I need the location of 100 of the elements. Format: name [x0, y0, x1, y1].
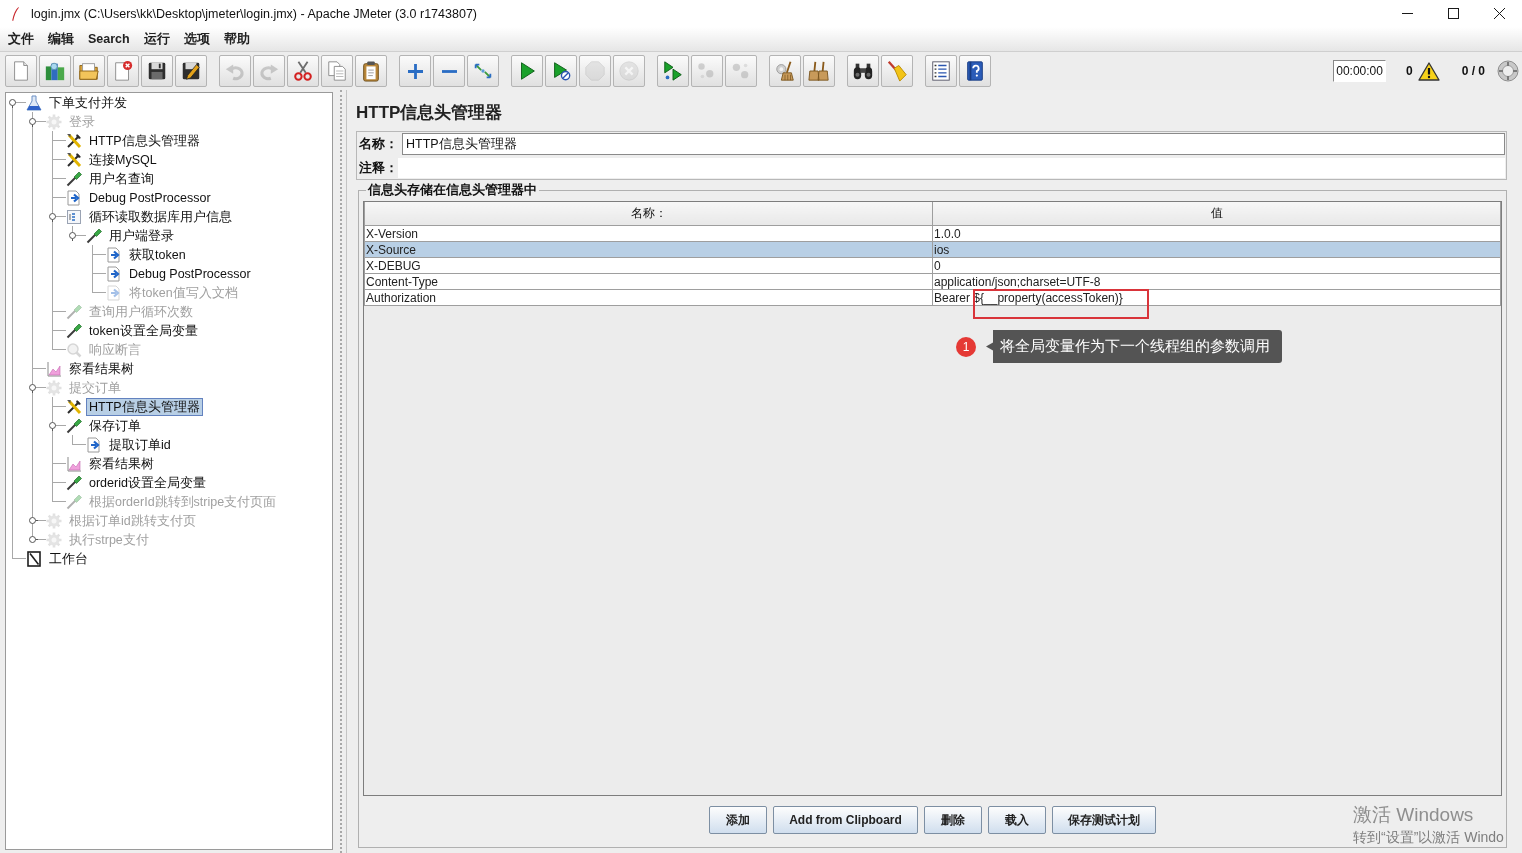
thread-counter: 0 / 0: [1461, 64, 1485, 78]
comment-label: 注释：: [359, 159, 399, 177]
start-button[interactable]: [511, 55, 543, 87]
warning-icon[interactable]: [1417, 61, 1440, 81]
start-no-pause-button[interactable]: [545, 55, 577, 87]
save-as-button[interactable]: [175, 55, 207, 87]
double-play-icon: [662, 60, 684, 82]
folder-icon: [78, 60, 100, 82]
gear-icon: [46, 113, 62, 130]
warning-count: 0: [1405, 64, 1413, 78]
close-icon: [1493, 8, 1505, 19]
floppy-pencil-icon: [180, 60, 202, 82]
brooms-icon: [808, 60, 830, 82]
gear-icon: [46, 531, 62, 548]
add-from-clipboard-button[interactable]: Add from Clipboard: [773, 806, 918, 834]
page-close-icon: [112, 60, 134, 82]
notepad-icon: [26, 550, 42, 567]
timer-display: 00:00:00: [1333, 60, 1386, 82]
help-book-icon: [964, 60, 986, 82]
tools-icon: [66, 151, 82, 168]
name-label: 名称：: [359, 135, 399, 153]
list-icon: [930, 60, 952, 82]
close-file-button[interactable]: [107, 55, 139, 87]
load-button[interactable]: 载入: [987, 806, 1046, 834]
minus-icon: [441, 69, 457, 73]
templates-button[interactable]: [39, 55, 71, 87]
books-icon: [44, 60, 66, 82]
comment-field[interactable]: [398, 158, 1505, 178]
gear-icon: [46, 379, 62, 396]
chart-icon: [66, 455, 82, 472]
page-arrow-icon: [86, 436, 102, 453]
name-field[interactable]: HTTP信息头管理器: [402, 133, 1505, 155]
tree-item[interactable]: 下单支付并发: [46, 93, 130, 112]
delete-button[interactable]: 删除: [923, 806, 982, 834]
tree-item[interactable]: 察看结果树: [66, 359, 137, 378]
tree-item[interactable]: 工作台: [46, 549, 91, 568]
pipette-icon: [66, 170, 82, 187]
clear-button[interactable]: [769, 55, 801, 87]
pipette-icon: [66, 303, 82, 320]
gear-icon: [46, 512, 62, 529]
ring-icon: [1497, 60, 1519, 82]
menu-item[interactable]: Search: [88, 32, 130, 46]
gear-broom-icon: [774, 60, 796, 82]
toggle-button[interactable]: [467, 55, 499, 87]
menu-item[interactable]: 文件: [8, 30, 34, 48]
tools-icon: [66, 398, 82, 415]
pipette-icon: [86, 227, 102, 244]
paste-button[interactable]: [355, 55, 387, 87]
new-button[interactable]: [5, 55, 37, 87]
page-arrow-icon: [106, 265, 122, 282]
panel-title: HTTP信息头管理器: [356, 103, 504, 123]
octagon-icon: [584, 60, 606, 82]
help-button[interactable]: [959, 55, 991, 87]
add-button[interactable]: 添加: [709, 806, 768, 834]
step-marker: 1: [956, 336, 976, 357]
loop-page-icon: [66, 208, 82, 225]
page-arrow-icon: [106, 246, 122, 263]
column-header[interactable]: 值: [932, 202, 1501, 226]
collapse-button[interactable]: [433, 55, 465, 87]
open-button[interactable]: [73, 55, 105, 87]
table-cell: Bearer ${__property(accessToken)}: [934, 290, 1123, 305]
menu-item[interactable]: 选项: [183, 30, 210, 48]
magnifier-icon: [66, 341, 82, 358]
group-title: 信息头存储在信息头管理器中: [366, 182, 538, 199]
table-cell: ios: [934, 242, 950, 257]
cut-button[interactable]: [287, 55, 319, 87]
circle-x-icon: [618, 60, 640, 82]
page-arrow-icon: [66, 189, 82, 206]
table-cell: 1.0.0: [934, 226, 961, 241]
tools-icon: [66, 132, 82, 149]
pipette-icon: [66, 417, 82, 434]
scissors-icon: [292, 60, 314, 82]
activation-title: 激活 Windows: [1353, 803, 1475, 827]
menu-item[interactable]: 帮助: [223, 30, 250, 48]
flask-icon: [26, 94, 42, 111]
broom-icon: [886, 60, 908, 82]
remote-start-button[interactable]: [657, 55, 689, 87]
maximize-icon: [1447, 8, 1459, 19]
activation-hint: 转到“设置”以激活 Windo: [1353, 828, 1504, 847]
clipboard-icon: [360, 60, 382, 82]
save-test-plan-button[interactable]: 保存测试计划: [1051, 806, 1156, 834]
quill-icon: [11, 6, 19, 21]
search-button[interactable]: [847, 55, 879, 87]
save-button[interactable]: [141, 55, 173, 87]
clear-all-button[interactable]: [803, 55, 835, 87]
function-helper-button[interactable]: [925, 55, 957, 87]
table-cell: 0: [934, 258, 941, 273]
plus-icon: [407, 63, 423, 79]
pipette-icon: [66, 322, 82, 339]
table-cell: application/json;charset=UTF-8: [934, 274, 1101, 289]
minimize-icon: [1401, 13, 1413, 14]
menu-item[interactable]: 编辑: [48, 30, 74, 48]
chart-icon: [46, 360, 62, 377]
column-header[interactable]: 名称：: [364, 202, 933, 226]
tree-toggle-icon[interactable]: [7, 97, 18, 108]
window-title: login.jmx (C:\Users\kk\Desktop\jmeter\login.jmx) - Apache JMeter (3.0 r1743807): [31, 6, 477, 21]
pipette-icon: [66, 474, 82, 491]
copy-icon: [326, 60, 348, 82]
expand-button[interactable]: [399, 55, 431, 87]
menu-item[interactable]: 运行: [143, 30, 170, 48]
